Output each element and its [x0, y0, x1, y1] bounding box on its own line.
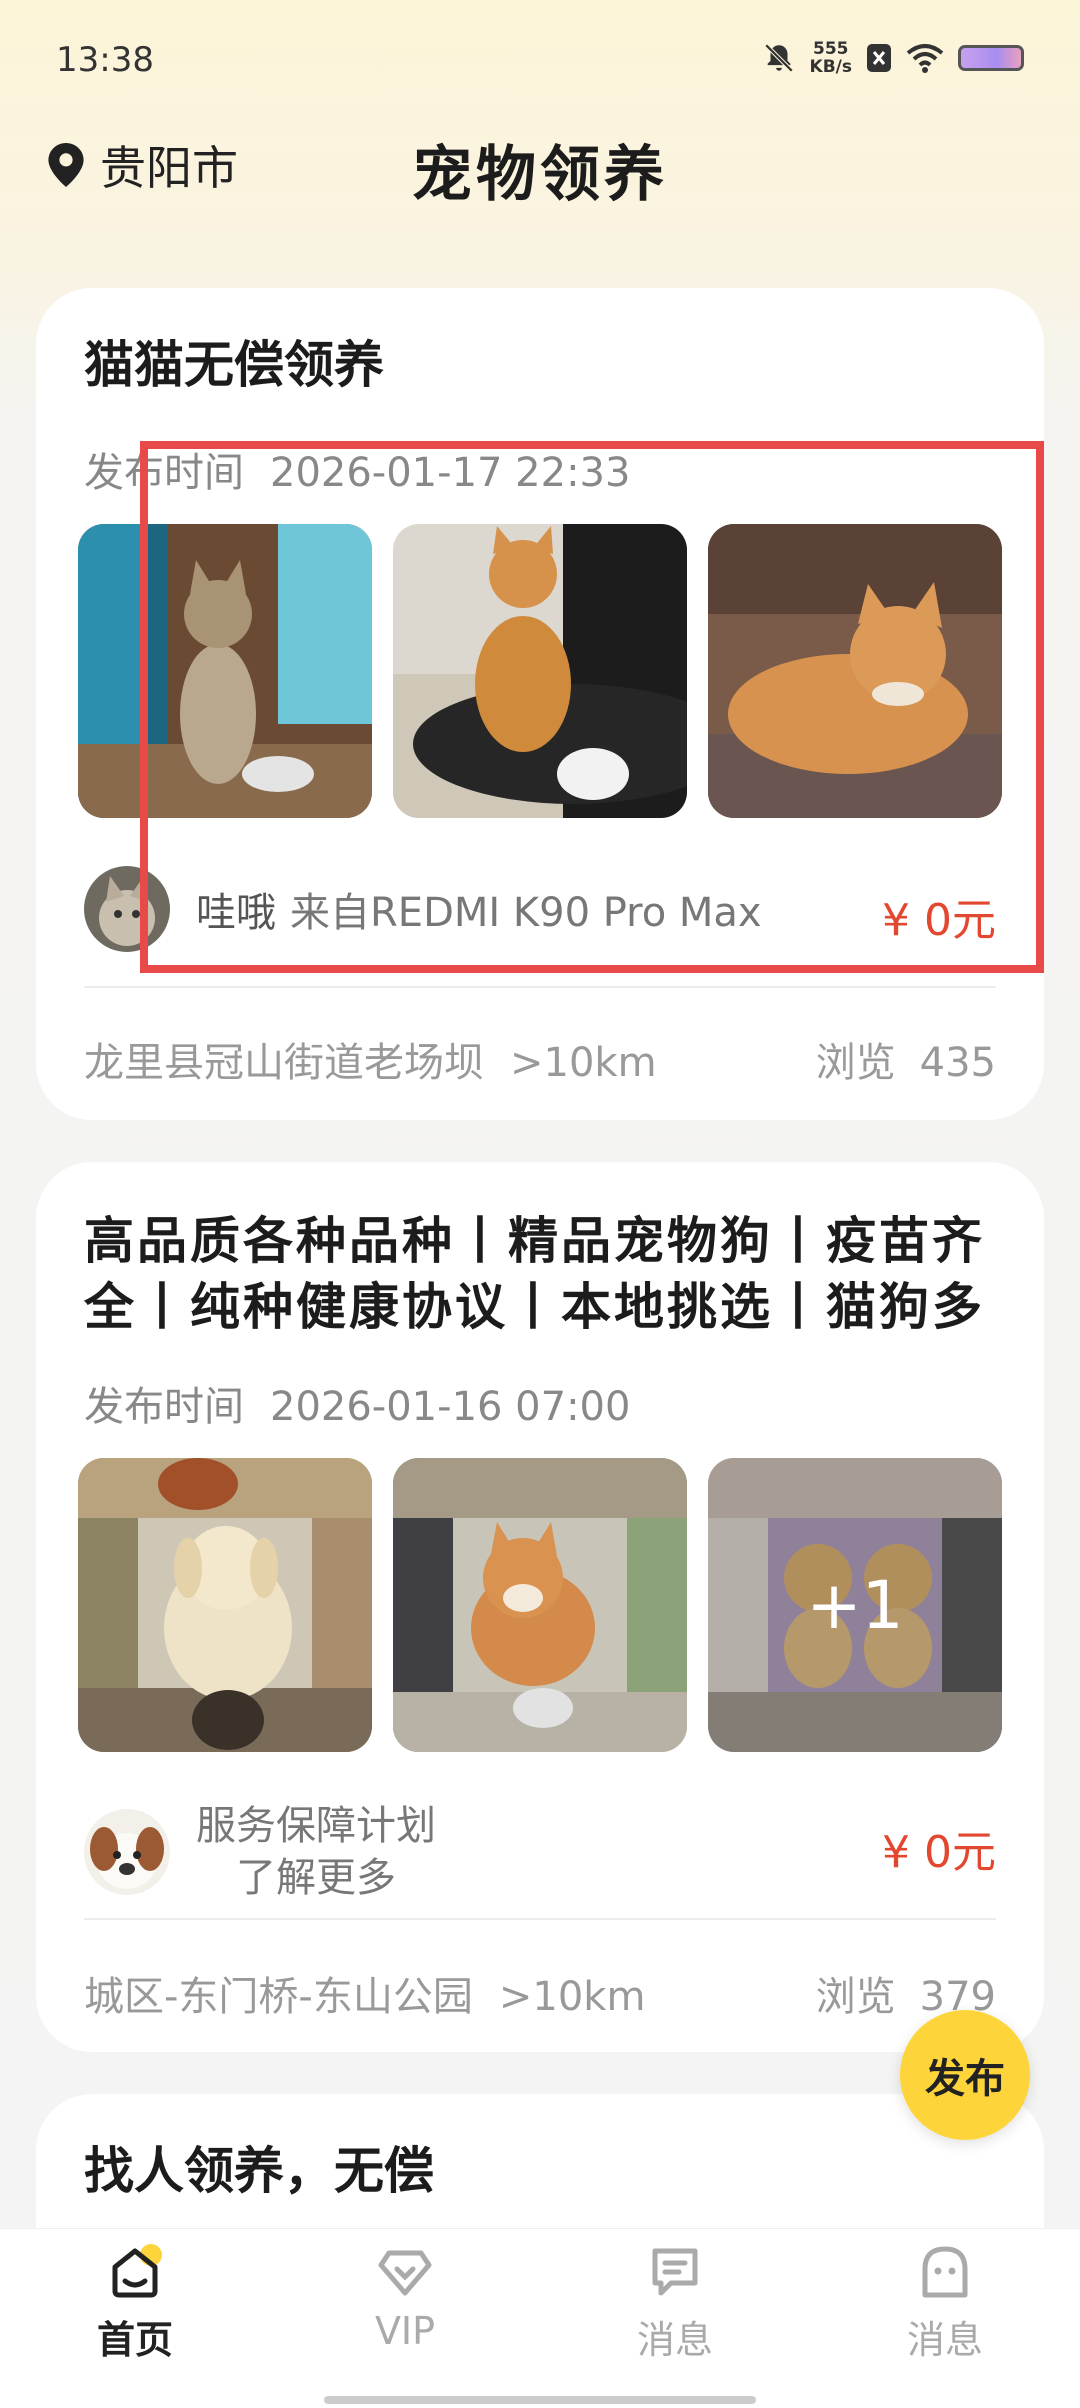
publish-button[interactable]: 发布	[900, 2010, 1030, 2140]
app-header: 贵阳市 宠物领养	[0, 130, 1080, 210]
price: ¥ 0元	[882, 1827, 996, 1878]
wifi-icon	[906, 44, 944, 73]
post-title: 找人领养，无偿	[84, 2142, 434, 2200]
post-photo[interactable]: +1	[708, 1458, 1002, 1752]
post-time: 发布时间 2026-01-16 07:00	[84, 1384, 631, 1430]
battery-icon	[958, 45, 1024, 71]
status-time: 13:38	[56, 40, 154, 80]
tab-vip[interactable]: VIP	[305, 2241, 505, 2353]
view-count: 浏览 435	[815, 1040, 996, 1086]
post-footer: 城区-东门桥-东山公园 >10km 浏览 379	[84, 1964, 996, 2022]
service-text: 服务保障计划 了解更多	[196, 1800, 436, 1904]
status-icons: 555 KB/s	[762, 40, 1024, 76]
net-speed: 555 KB/s	[809, 39, 852, 77]
service-title: 服务保障计划	[196, 1803, 436, 1849]
highlight-box	[140, 441, 1044, 973]
tab-label: 消息	[636, 2318, 713, 2362]
photo-grid: +1	[78, 1458, 1002, 1752]
home-icon	[105, 2241, 165, 2301]
tab-label: 消息	[906, 2318, 983, 2362]
mute-bell-icon	[764, 43, 793, 73]
avatar	[84, 1809, 170, 1895]
page-title: 宠物领养	[412, 140, 668, 210]
post-footer: 龙里县冠山街道老场坝 >10km 浏览 435	[84, 1030, 996, 1088]
post-title: 猫猫无偿领养	[84, 336, 384, 394]
service-link[interactable]: 了解更多	[196, 1852, 436, 1904]
post-photo[interactable]	[78, 1458, 372, 1752]
tab-label: 首页	[96, 2318, 173, 2362]
post-photo[interactable]	[393, 1458, 687, 1752]
vip-heart-icon	[375, 2241, 435, 2301]
tab-profile[interactable]: 消息	[845, 2241, 1045, 2364]
post-location: 龙里县冠山街道老场坝 >10km	[84, 1040, 657, 1086]
post-card-2[interactable]: 高品质各种品种丨精品宠物狗丨疫苗齐全丨纯种健康协议丨本地挑选丨猫狗多 发布时间 2…	[36, 1162, 1044, 2052]
bottom-tab-bar: 首页 VIP 消息 消息	[0, 2228, 1080, 2408]
divider	[84, 986, 996, 988]
tab-label: VIP	[374, 2309, 436, 2353]
status-bar: 13:38 555 KB/s	[0, 0, 1080, 120]
tab-messages[interactable]: 消息	[575, 2241, 775, 2364]
home-indicator	[324, 2396, 756, 2404]
message-icon	[645, 2241, 705, 2301]
post-location: 城区-东门桥-东山公园 >10km	[84, 1974, 646, 2020]
profile-icon	[915, 2241, 975, 2301]
divider	[84, 1918, 996, 1920]
service-guarantee[interactable]: 服务保障计划 了解更多	[84, 1800, 436, 1904]
sim-icon	[867, 44, 891, 72]
post-title: 高品质各种品种丨精品宠物狗丨疫苗齐全丨纯种健康协议丨本地挑选丨猫狗多	[84, 1212, 985, 1336]
more-photos-count: +1	[708, 1458, 1002, 1752]
tab-home[interactable]: 首页	[35, 2241, 235, 2364]
